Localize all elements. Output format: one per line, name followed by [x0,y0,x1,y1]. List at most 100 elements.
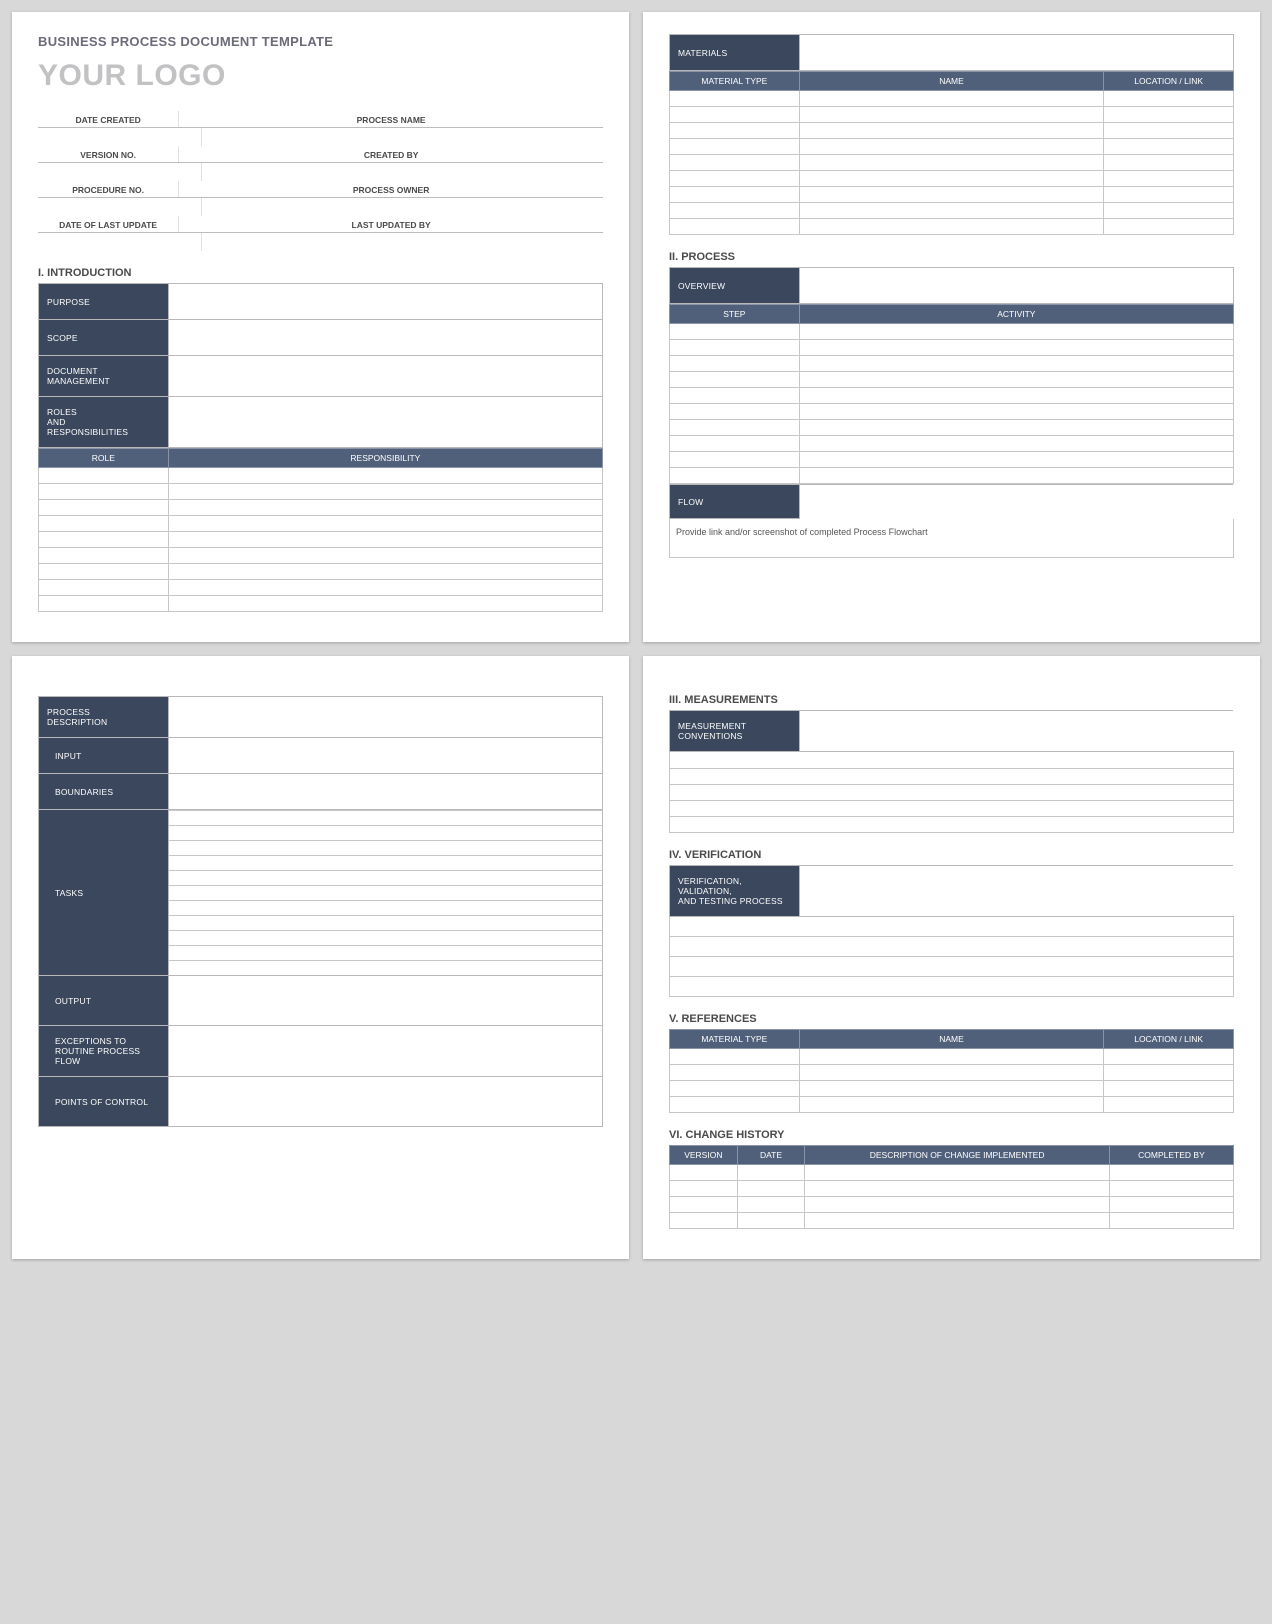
input-cell [168,738,602,774]
table-row [670,171,800,187]
flow-label: FLOW [670,485,800,519]
points-cell [168,1077,602,1127]
table-row [168,484,602,500]
table-row [670,420,800,436]
table-row [799,372,1233,388]
page-2: MATERIALS MATERIAL TYPE NAME LOCATION / … [643,12,1260,642]
table-row [805,1213,1110,1229]
roles-resp-cell [168,397,602,448]
input-label: INPUT [39,738,169,774]
overview-cell [799,268,1233,304]
activity-header: ACTIVITY [799,305,1233,324]
table-row [39,532,169,548]
ch-date-header: DATE [737,1146,805,1165]
table-row [39,468,169,484]
ch-by-header: COMPLETED BY [1109,1146,1233,1165]
roles-table: ROLE RESPONSIBILITY [38,448,603,612]
materials-table: MATERIALS [669,34,1234,71]
table-row [737,1197,805,1213]
table-row [670,155,800,171]
table-row [1104,139,1234,155]
table-row [799,123,1104,139]
meta-table: DATE CREATED PROCESS NAME VERSION NO. CR… [38,111,603,251]
proc-desc-label: PROCESS DESCRIPTION [39,697,169,738]
table-row [1104,1097,1234,1113]
introduction-table: PURPOSE SCOPE DOCUMENT MANAGEMENT ROLES … [38,283,603,448]
table-row [670,1065,800,1081]
meta-process-owner-label: PROCESS OWNER [179,181,603,197]
table-row [39,484,169,500]
process-desc-table: PROCESS DESCRIPTION INPUT BOUNDARIES TAS… [38,696,603,1127]
tasks-label: TASKS [39,810,169,976]
table-row [670,917,1234,937]
ch-version-header: VERSION [670,1146,738,1165]
overview-label: OVERVIEW [670,268,800,304]
table-row [799,1097,1104,1113]
flow-note-box: Provide link and/or screenshot of comple… [669,519,1234,558]
table-row [168,580,602,596]
materials-list: MATERIAL TYPE NAME LOCATION / LINK [669,71,1234,235]
table-row [799,171,1104,187]
meas-conv-label: MEASUREMENT CONVENTIONS [670,711,800,752]
roles-resp-label: ROLES AND RESPONSIBILITIES [39,397,169,448]
table-row [670,1197,738,1213]
table-row [1104,123,1234,139]
table-row [1104,203,1234,219]
page-1: BUSINESS PROCESS DOCUMENT TEMPLATE YOUR … [12,12,629,642]
table-row [39,516,169,532]
table-row [670,784,1234,800]
output-cell [168,976,602,1026]
meta-version-label: VERSION NO. [38,146,179,162]
table-row [670,800,1234,816]
table-row [1104,219,1234,235]
table-row [168,468,602,484]
table-row [670,768,1234,784]
measurements-table: MEASUREMENT CONVENTIONS [669,710,1234,752]
logo-placeholder: YOUR LOGO [38,59,603,93]
points-label: POINTS OF CONTROL [39,1077,169,1127]
table-row [670,977,1234,997]
table-row [1109,1181,1233,1197]
table-row [799,1081,1104,1097]
table-row [1104,155,1234,171]
ref-loc-header: LOCATION / LINK [1104,1030,1234,1049]
table-row [737,1165,805,1181]
verification-cell [799,865,1233,916]
table-row [670,340,800,356]
section-2-heading: II. PROCESS [669,251,1234,263]
table-row [799,187,1104,203]
table-row [799,356,1233,372]
proc-desc-cell [168,697,602,738]
table-row [168,516,602,532]
table-row [1104,187,1234,203]
table-row [670,107,800,123]
section-4-heading: IV. VERIFICATION [669,849,1234,861]
table-row [799,340,1233,356]
table-row [168,548,602,564]
purpose-label: PURPOSE [39,284,169,320]
table-row [1104,1081,1234,1097]
table-row [670,1213,738,1229]
table-row [1104,171,1234,187]
table-row [670,1049,800,1065]
flow-note: Provide link and/or screenshot of comple… [670,519,1233,557]
document-grid: BUSINESS PROCESS DOCUMENT TEMPLATE YOUR … [12,12,1260,1259]
table-row [39,548,169,564]
table-row [799,1065,1104,1081]
meta-created-by-label: CREATED BY [179,146,603,162]
role-header: ROLE [39,449,169,468]
table-row [670,436,800,452]
table-row [670,372,800,388]
table-row [670,1165,738,1181]
table-row [799,107,1104,123]
table-row [799,155,1104,171]
meta-last-update-label: DATE OF LAST UPDATE [38,216,179,232]
table-row [670,1081,800,1097]
table-row [737,1213,805,1229]
table-row [799,1049,1104,1065]
exceptions-label: EXCEPTIONS TO ROUTINE PROCESS FLOW [39,1026,169,1077]
table-row [799,420,1233,436]
material-loc-header: LOCATION / LINK [1104,72,1234,91]
table-row [799,219,1104,235]
step-header: STEP [670,305,800,324]
